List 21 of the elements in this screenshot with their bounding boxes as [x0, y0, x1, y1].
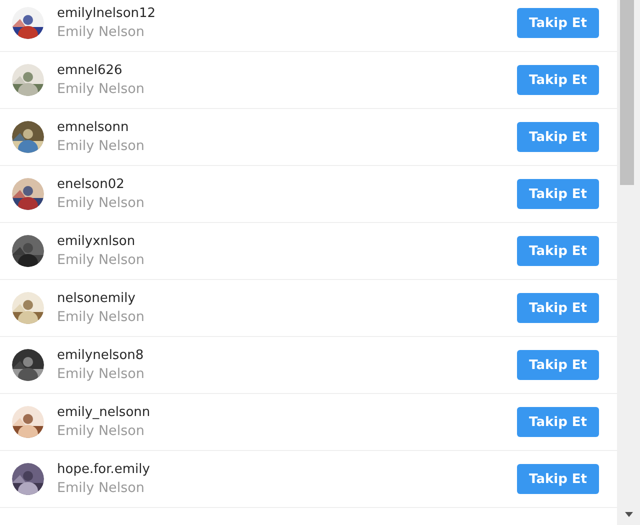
full-name: Emily Nelson [57, 479, 144, 498]
full-name: Emily Nelson [57, 194, 144, 213]
username[interactable]: nelsonemily [57, 289, 136, 308]
scrollbar[interactable] [617, 0, 640, 525]
username[interactable]: hope.for.emily [57, 460, 150, 479]
username[interactable]: emilyxnlson [57, 232, 136, 251]
username[interactable]: emnel626 [57, 61, 122, 80]
username[interactable]: emilylnelson12 [57, 4, 156, 23]
full-name: Emily Nelson [57, 365, 144, 384]
scrollbar-thumb[interactable] [620, 0, 634, 185]
username[interactable]: emily_nelsonn [57, 403, 150, 422]
username[interactable]: enelson02 [57, 175, 124, 194]
full-name: Emily Nelson [57, 80, 144, 99]
full-name: Emily Nelson [57, 23, 144, 42]
username[interactable]: emnelsonn [57, 118, 129, 137]
full-name: Emily Nelson [57, 422, 144, 441]
full-name: Emily Nelson [57, 251, 144, 270]
username[interactable]: emilynelson8 [57, 346, 144, 365]
full-name: Emily Nelson [57, 137, 144, 156]
scroll-down-icon[interactable] [625, 512, 633, 517]
full-name: Emily Nelson [57, 308, 144, 327]
